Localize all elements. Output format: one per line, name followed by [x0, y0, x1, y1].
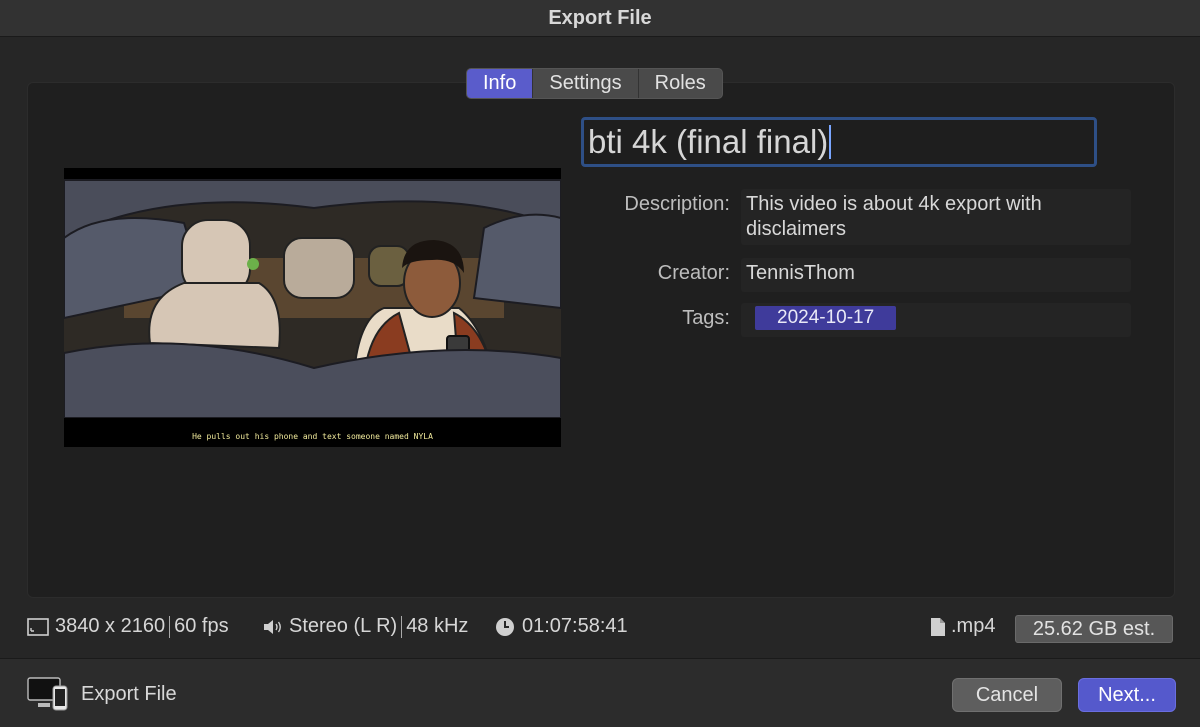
window-titlebar: Export File — [0, 0, 1200, 37]
status-bar: 3840 x 2160 60 fps Stereo (L R) 48 kHz 0… — [27, 615, 1173, 643]
fps-text: 60 fps — [174, 615, 229, 637]
preview-frame-illustration — [64, 168, 561, 447]
divider — [401, 615, 403, 638]
format-text: .mp4 — [951, 615, 996, 637]
tab-info[interactable]: Info — [467, 69, 534, 98]
file-icon — [931, 617, 945, 636]
resolution-text: 3840 x 2160 — [55, 615, 166, 637]
tags-field[interactable]: 2024-10-17 — [741, 303, 1131, 337]
audio-channels-text: Stereo (L R) — [289, 615, 398, 637]
tags-label: Tags: — [682, 307, 730, 329]
creator-field[interactable]: TennisThom — [741, 258, 1131, 292]
video-preview: He pulls out his phone and text someone … — [64, 168, 561, 447]
speaker-icon — [264, 619, 281, 634]
divider — [169, 615, 171, 638]
sample-rate-text: 48 kHz — [406, 615, 469, 637]
duration-info: 01:07:58:41 — [494, 615, 628, 638]
dialog-footer: Export File Cancel Next... — [0, 658, 1200, 727]
text-caret — [829, 125, 832, 159]
next-button[interactable]: Next... — [1078, 678, 1176, 712]
frame-size-icon — [27, 617, 49, 636]
window-title: Export File — [548, 6, 652, 29]
title-input-value[interactable]: bti 4k (final final) — [588, 123, 828, 161]
description-field[interactable]: This video is about 4k export with discl… — [741, 189, 1131, 245]
creator-value[interactable]: TennisThom — [741, 258, 1131, 289]
description-value[interactable]: This video is about 4k export with discl… — [741, 189, 1131, 245]
video-info: 3840 x 2160 60 fps — [27, 615, 229, 638]
audio-info: Stereo (L R) 48 kHz — [262, 615, 468, 638]
cancel-button[interactable]: Cancel — [952, 678, 1062, 712]
tab-settings[interactable]: Settings — [533, 69, 639, 98]
format-info: .mp4 — [930, 615, 995, 638]
creator-label: Creator: — [657, 262, 730, 284]
clock-icon — [496, 617, 514, 636]
tag-token[interactable]: 2024-10-17 — [755, 306, 897, 330]
title-input[interactable]: bti 4k (final final) — [581, 117, 1097, 167]
duration-text: 01:07:58:41 — [522, 615, 628, 637]
caption-text: He pulls out his phone and text someone … — [192, 432, 433, 441]
tab-bar: Info Settings Roles — [466, 68, 723, 99]
description-label: Description: — [624, 193, 730, 215]
tab-roles[interactable]: Roles — [639, 69, 722, 98]
size-estimate-badge: 25.62 GB est. — [1015, 615, 1173, 643]
computer-devices-icon — [27, 677, 68, 711]
destination-label: Export File — [81, 683, 177, 705]
